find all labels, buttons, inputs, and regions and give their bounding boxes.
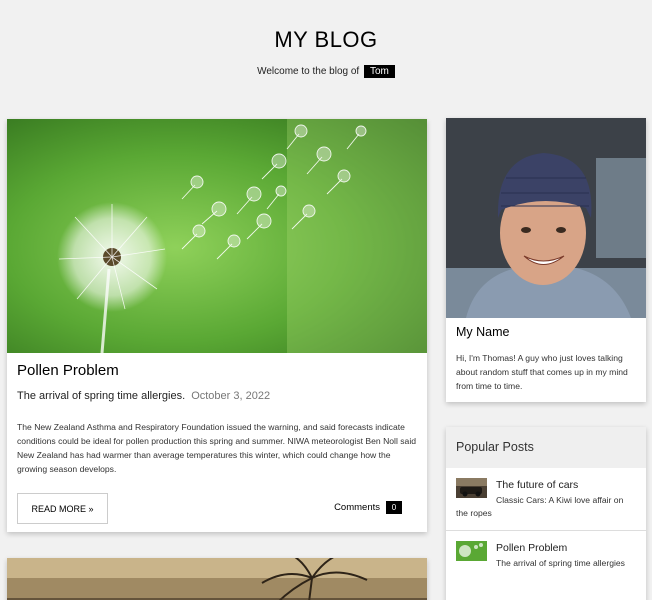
profile-card: My Name Hi, I'm Thomas! A guy who just l… xyxy=(446,118,646,402)
dandelion-illustration xyxy=(7,119,427,353)
popular-post-title[interactable]: Pollen Problem xyxy=(496,542,567,554)
post-subtitle: The arrival of spring time allergies. xyxy=(17,390,186,402)
comments-count-badge: 0 xyxy=(386,501,402,514)
post-subtitle-line: The arrival of spring time allergies. Oc… xyxy=(17,390,270,402)
post-card: Pollen Problem The arrival of spring tim… xyxy=(7,119,427,532)
profile-bio: Hi, I'm Thomas! A guy who just loves tal… xyxy=(456,353,628,391)
popular-posts-widget: Popular Posts The future of cars Classic… xyxy=(446,427,646,600)
comments-link[interactable]: Comments 0 xyxy=(334,501,402,514)
welcome-text: Welcome to the blog of xyxy=(257,66,360,77)
popular-post-title[interactable]: The future of cars xyxy=(496,479,578,491)
post-excerpt: The New Zealand Asthma and Respiratory F… xyxy=(17,422,417,474)
next-post-image[interactable] xyxy=(7,558,427,600)
blog-title: MY BLOG xyxy=(274,27,378,52)
author-tag[interactable]: Tom xyxy=(363,65,395,78)
popular-posts-header: Popular Posts xyxy=(446,427,646,468)
palm-illustration xyxy=(7,558,427,600)
profile-photo xyxy=(446,118,646,318)
popular-post-item[interactable]: The future of cars Classic Cars: A Kiwi … xyxy=(446,468,646,531)
popular-post-description: Classic Cars: A Kiwi love affair on the … xyxy=(456,495,624,518)
comments-label: Comments xyxy=(334,502,380,513)
post-title[interactable]: Pollen Problem xyxy=(17,362,119,379)
post-image[interactable] xyxy=(7,119,427,353)
popular-post-description: The arrival of spring time allergies xyxy=(496,558,625,568)
profile-name: My Name xyxy=(456,325,510,339)
next-post-card xyxy=(7,558,427,600)
post-date: October 3, 2022 xyxy=(191,390,271,402)
popular-post-item[interactable]: Pollen Problem The arrival of spring tim… xyxy=(446,531,646,594)
avatar xyxy=(446,118,646,318)
welcome-line: Welcome to the blog of Tom xyxy=(0,65,652,78)
read-more-button[interactable]: READ MORE » xyxy=(17,493,108,524)
